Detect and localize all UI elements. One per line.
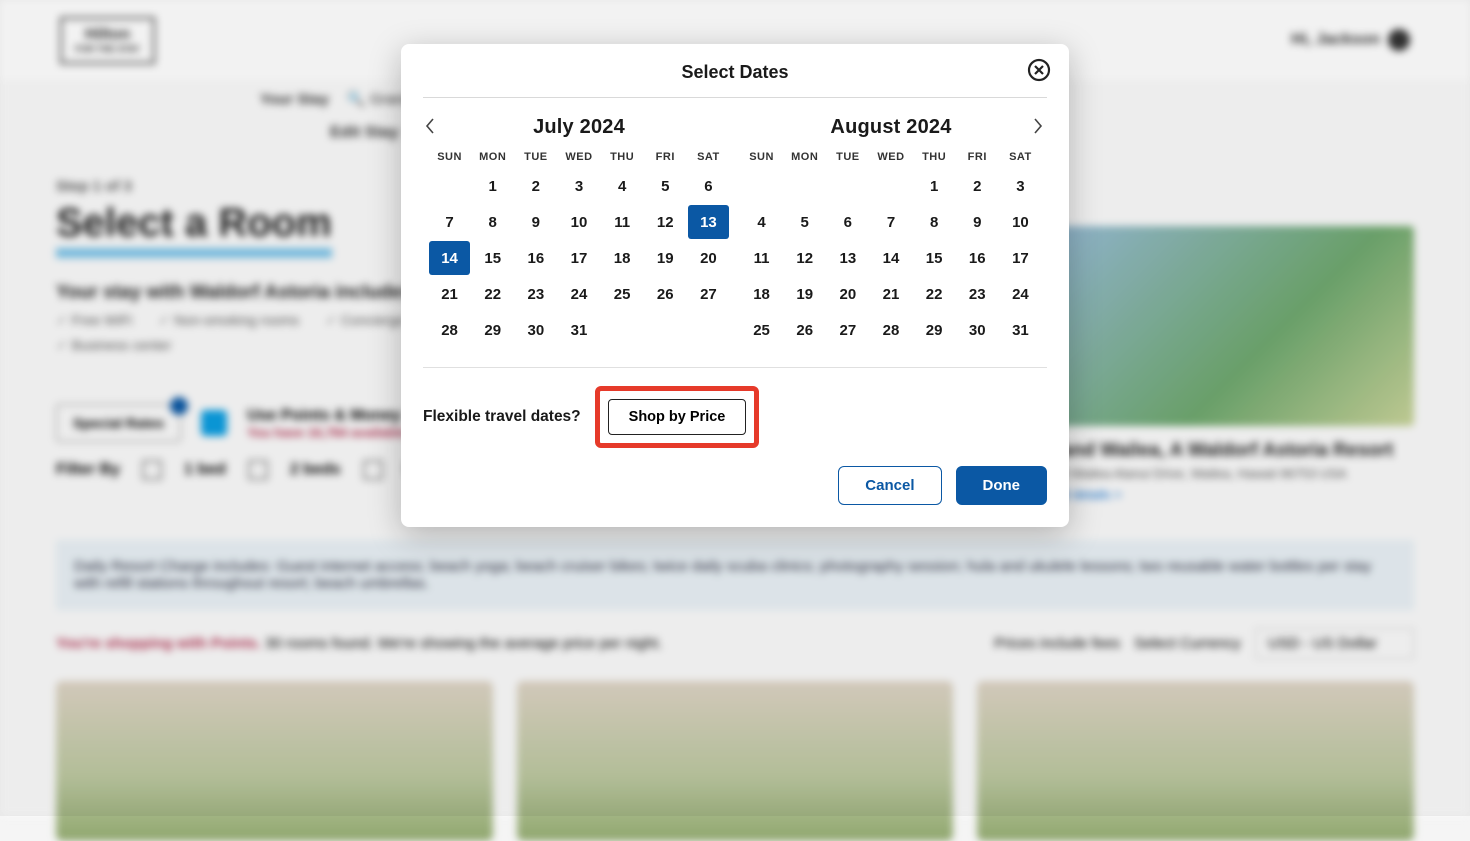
calendar-day-blank xyxy=(784,169,825,203)
dow-label: TUE xyxy=(827,151,868,169)
calendar-day[interactable]: 19 xyxy=(784,277,825,311)
calendar-day[interactable]: 31 xyxy=(1000,313,1041,347)
calendar-day[interactable]: 24 xyxy=(558,277,599,311)
calendar-day[interactable]: 7 xyxy=(429,205,470,239)
calendar-day[interactable]: 14 xyxy=(870,241,911,275)
month-title: August 2024 xyxy=(741,116,1041,139)
dow-label: TUE xyxy=(515,151,556,169)
calendar-day[interactable]: 19 xyxy=(645,241,686,275)
calendar-day[interactable]: 17 xyxy=(1000,241,1041,275)
calendar-day[interactable]: 10 xyxy=(1000,205,1041,239)
calendar-day[interactable]: 16 xyxy=(515,241,556,275)
calendar-day[interactable]: 22 xyxy=(472,277,513,311)
flexible-dates-label: Flexible travel dates? xyxy=(423,408,581,426)
calendar-day[interactable]: 6 xyxy=(827,205,868,239)
calendar-day[interactable]: 9 xyxy=(957,205,998,239)
calendar-day[interactable]: 27 xyxy=(688,277,729,311)
calendar-day[interactable]: 5 xyxy=(645,169,686,203)
calendar-day[interactable]: 4 xyxy=(602,169,643,203)
dow-label: MON xyxy=(472,151,513,169)
calendar-day[interactable]: 13 xyxy=(688,205,729,239)
dow-label: WED xyxy=(558,151,599,169)
dow-label: WED xyxy=(870,151,911,169)
calendar-day[interactable]: 3 xyxy=(1000,169,1041,203)
shop-by-price-highlight: Shop by Price xyxy=(595,386,760,448)
calendar-day[interactable]: 7 xyxy=(870,205,911,239)
calendar-day[interactable]: 29 xyxy=(472,313,513,347)
dow-label: SAT xyxy=(688,151,729,169)
close-icon[interactable] xyxy=(1027,58,1051,82)
dow-label: THU xyxy=(914,151,955,169)
calendar-day[interactable]: 21 xyxy=(429,277,470,311)
prev-month-icon[interactable] xyxy=(425,118,437,136)
calendar-day[interactable]: 31 xyxy=(558,313,599,347)
calendar-day[interactable]: 10 xyxy=(558,205,599,239)
calendar-day[interactable]: 20 xyxy=(827,277,868,311)
calendar-day[interactable]: 2 xyxy=(515,169,556,203)
dialog-title: Select Dates xyxy=(423,62,1047,97)
calendar-day[interactable]: 6 xyxy=(688,169,729,203)
calendar-day[interactable]: 29 xyxy=(914,313,955,347)
calendar-day[interactable]: 3 xyxy=(558,169,599,203)
calendar-day-blank xyxy=(827,169,868,203)
calendar-day[interactable]: 12 xyxy=(645,205,686,239)
dow-label: FRI xyxy=(957,151,998,169)
calendar-day[interactable]: 30 xyxy=(957,313,998,347)
calendar-day[interactable]: 24 xyxy=(1000,277,1041,311)
dow-label: THU xyxy=(602,151,643,169)
calendar-day[interactable]: 18 xyxy=(602,241,643,275)
calendar-day[interactable]: 1 xyxy=(914,169,955,203)
calendar-day[interactable]: 11 xyxy=(602,205,643,239)
calendar-day[interactable]: 11 xyxy=(741,241,782,275)
calendar-day[interactable]: 17 xyxy=(558,241,599,275)
calendar-day[interactable]: 20 xyxy=(688,241,729,275)
calendar-day[interactable]: 2 xyxy=(957,169,998,203)
calendar-day[interactable]: 15 xyxy=(914,241,955,275)
calendar-day[interactable]: 4 xyxy=(741,205,782,239)
dow-label: SUN xyxy=(741,151,782,169)
calendar-day[interactable]: 8 xyxy=(472,205,513,239)
next-month-icon[interactable] xyxy=(1033,118,1045,136)
cancel-button[interactable]: Cancel xyxy=(838,466,941,505)
calendar-month-august: August 2024 SUNMONTUEWEDTHUFRISAT 123456… xyxy=(735,110,1047,347)
calendar-day[interactable]: 23 xyxy=(957,277,998,311)
calendar-day-blank xyxy=(741,169,782,203)
calendar-day[interactable]: 18 xyxy=(741,277,782,311)
calendar-day[interactable]: 28 xyxy=(870,313,911,347)
calendar-day[interactable]: 8 xyxy=(914,205,955,239)
calendar-day[interactable]: 23 xyxy=(515,277,556,311)
calendar-day[interactable]: 25 xyxy=(741,313,782,347)
calendar-day[interactable]: 1 xyxy=(472,169,513,203)
calendar-day[interactable]: 30 xyxy=(515,313,556,347)
calendar-day[interactable]: 9 xyxy=(515,205,556,239)
shop-by-price-button[interactable]: Shop by Price xyxy=(608,399,747,435)
dow-label: SUN xyxy=(429,151,470,169)
calendar-day[interactable]: 22 xyxy=(914,277,955,311)
calendar-month-july: July 2024 SUNMONTUEWEDTHUFRISAT 12345678… xyxy=(423,110,735,347)
calendar-day[interactable]: 27 xyxy=(827,313,868,347)
dow-label: SAT xyxy=(1000,151,1041,169)
calendar-day[interactable]: 5 xyxy=(784,205,825,239)
calendar-day-blank xyxy=(429,169,470,203)
calendar-day[interactable]: 13 xyxy=(827,241,868,275)
calendar-day-blank xyxy=(870,169,911,203)
month-title: July 2024 xyxy=(429,116,729,139)
calendar-day[interactable]: 16 xyxy=(957,241,998,275)
dow-label: FRI xyxy=(645,151,686,169)
calendar-day[interactable]: 12 xyxy=(784,241,825,275)
calendar-day[interactable]: 15 xyxy=(472,241,513,275)
done-button[interactable]: Done xyxy=(956,466,1048,505)
modal-overlay: Select Dates July 2024 SUNMONTUEWEDTHUFR… xyxy=(0,0,1470,816)
calendar-day[interactable]: 28 xyxy=(429,313,470,347)
calendar-day[interactable]: 25 xyxy=(602,277,643,311)
calendar-day[interactable]: 14 xyxy=(429,241,470,275)
calendar-day[interactable]: 26 xyxy=(645,277,686,311)
select-dates-dialog: Select Dates July 2024 SUNMONTUEWEDTHUFR… xyxy=(401,44,1069,527)
calendar-day[interactable]: 26 xyxy=(784,313,825,347)
calendar-day[interactable]: 21 xyxy=(870,277,911,311)
dow-label: MON xyxy=(784,151,825,169)
